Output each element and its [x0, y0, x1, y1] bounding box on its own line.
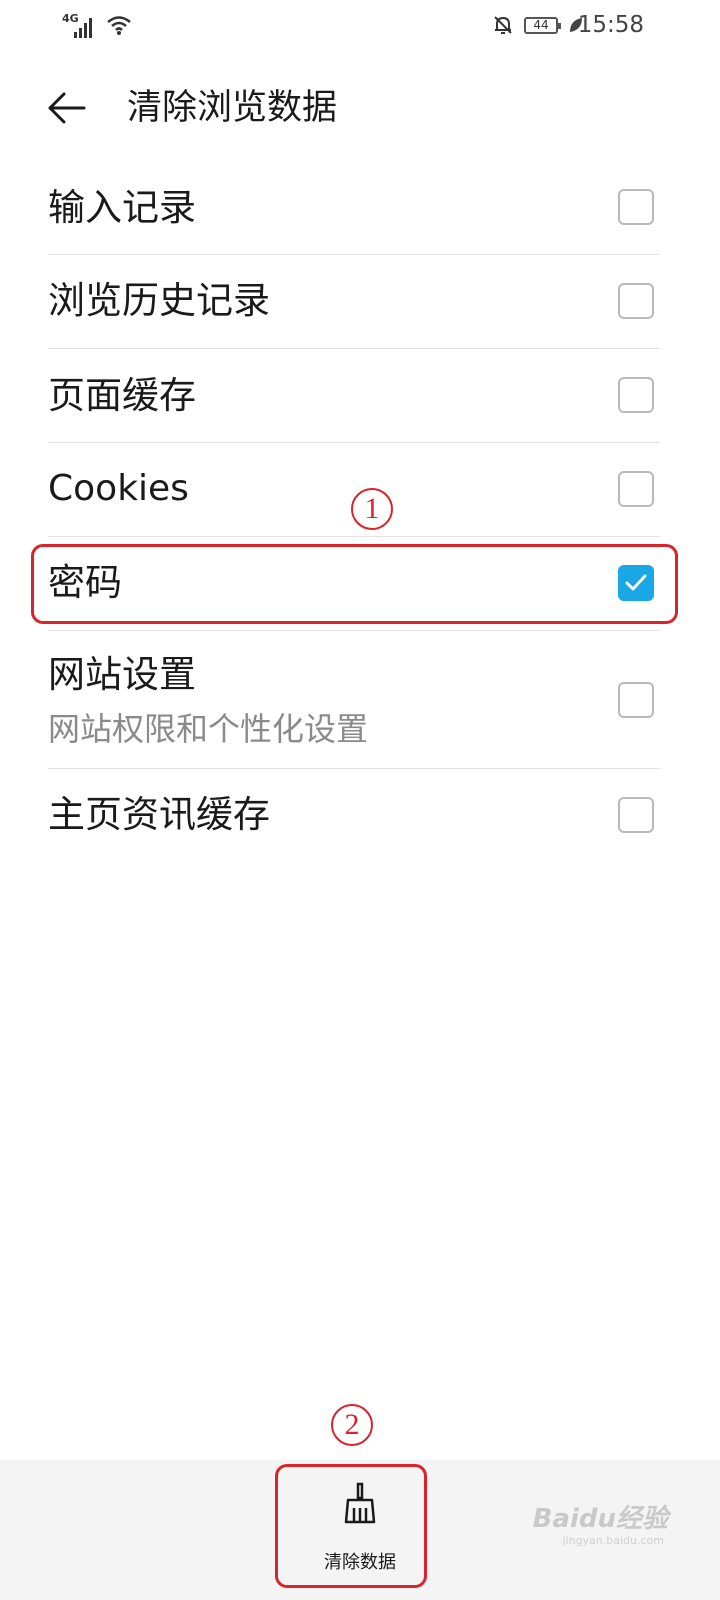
wifi-icon	[107, 16, 131, 35]
bell-off-icon	[494, 16, 512, 34]
option-cookies[interactable]: Cookies	[48, 443, 660, 537]
option-checkbox[interactable]	[618, 682, 654, 718]
option-sublabel: 网站权限和个性化设置	[48, 710, 369, 748]
annotation-highlight-clear-button	[275, 1464, 427, 1588]
option-checkbox[interactable]	[618, 797, 654, 833]
option-label: 页面缓存	[48, 374, 196, 417]
watermark-logo: Baidu经验	[532, 1504, 668, 1534]
option-checkbox[interactable]	[618, 377, 654, 413]
watermark-url: jingyan.baidu.com	[562, 1534, 664, 1547]
back-button[interactable]	[44, 86, 94, 130]
option-label: 主页资讯缓存	[48, 793, 270, 836]
back-arrow-icon	[48, 92, 86, 124]
option-label: 网站设置	[48, 653, 196, 696]
signal-icon	[74, 16, 92, 38]
option-browsing-history[interactable]: 浏览历史记录	[48, 255, 660, 349]
option-homepage-news-cache[interactable]: 主页资讯缓存	[48, 769, 660, 863]
battery-indicator: 44	[524, 16, 561, 34]
option-label: Cookies	[48, 468, 189, 509]
page-title: 清除浏览数据	[127, 88, 338, 128]
option-checkbox[interactable]	[618, 283, 654, 319]
annotation-highlight-passwords	[31, 544, 678, 624]
option-label: 浏览历史记录	[48, 279, 270, 322]
option-label: 输入记录	[48, 186, 196, 229]
annotation-step-2: 2	[331, 1404, 373, 1446]
option-site-settings[interactable]: 网站设置 网站权限和个性化设置	[48, 631, 660, 769]
option-checkbox[interactable]	[618, 189, 654, 225]
status-icons: 44	[492, 14, 584, 36]
option-checkbox[interactable]	[618, 471, 654, 507]
option-page-cache[interactable]: 页面缓存	[48, 349, 660, 443]
app-header: 清除浏览数据	[0, 72, 720, 144]
annotation-step-1: 1	[351, 488, 393, 530]
status-bar: 4G 44 15:58	[0, 0, 720, 52]
status-time: 15:58	[577, 12, 644, 38]
option-input-records[interactable]: 输入记录	[48, 162, 660, 255]
